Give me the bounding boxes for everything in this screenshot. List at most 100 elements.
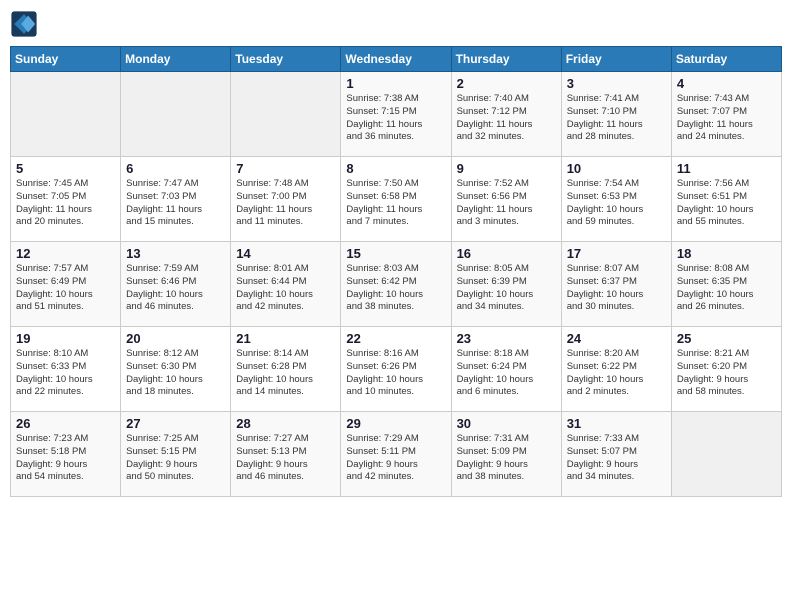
day-info: Sunrise: 7:38 AM Sunset: 7:15 PM Dayligh… xyxy=(346,93,445,144)
day-info: Sunrise: 7:41 AM Sunset: 7:10 PM Dayligh… xyxy=(567,93,666,144)
day-number: 17 xyxy=(567,246,666,261)
day-number: 7 xyxy=(236,161,335,176)
calendar-cell: 18 Sunrise: 8:08 AM Sunset: 6:35 PM Dayli… xyxy=(671,242,781,327)
day-info: Sunrise: 7:23 AM Sunset: 5:18 PM Dayligh… xyxy=(16,433,115,484)
logo-icon xyxy=(10,10,38,38)
day-info: Sunrise: 7:31 AM Sunset: 5:09 PM Dayligh… xyxy=(457,433,556,484)
calendar-cell: 17 Sunrise: 8:07 AM Sunset: 6:37 PM Dayli… xyxy=(561,242,671,327)
day-number: 10 xyxy=(567,161,666,176)
day-number: 22 xyxy=(346,331,445,346)
day-info: Sunrise: 7:40 AM Sunset: 7:12 PM Dayligh… xyxy=(457,93,556,144)
day-info: Sunrise: 7:59 AM Sunset: 6:46 PM Dayligh… xyxy=(126,263,225,314)
calendar-cell: 15 Sunrise: 8:03 AM Sunset: 6:42 PM Dayli… xyxy=(341,242,451,327)
calendar-cell: 20 Sunrise: 8:12 AM Sunset: 6:30 PM Dayli… xyxy=(121,327,231,412)
day-number: 3 xyxy=(567,76,666,91)
calendar-cell: 4 Sunrise: 7:43 AM Sunset: 7:07 PM Daylig… xyxy=(671,72,781,157)
day-number: 8 xyxy=(346,161,445,176)
day-info: Sunrise: 7:56 AM Sunset: 6:51 PM Dayligh… xyxy=(677,178,776,229)
day-number: 12 xyxy=(16,246,115,261)
calendar-cell: 13 Sunrise: 7:59 AM Sunset: 6:46 PM Dayli… xyxy=(121,242,231,327)
calendar-cell: 25 Sunrise: 8:21 AM Sunset: 6:20 PM Dayli… xyxy=(671,327,781,412)
calendar-week-3: 12 Sunrise: 7:57 AM Sunset: 6:49 PM Dayli… xyxy=(11,242,782,327)
calendar-cell: 21 Sunrise: 8:14 AM Sunset: 6:28 PM Dayli… xyxy=(231,327,341,412)
calendar-cell: 23Sunrise: 8:18 AM Sunset: 6:24 PM Dayli… xyxy=(451,327,561,412)
day-number: 2 xyxy=(457,76,556,91)
day-number: 25 xyxy=(677,331,776,346)
day-number: 26 xyxy=(16,416,115,431)
calendar-cell: 19 Sunrise: 8:10 AM Sunset: 6:33 PM Dayli… xyxy=(11,327,121,412)
day-number: 4 xyxy=(677,76,776,91)
day-info: Sunrise: 7:43 AM Sunset: 7:07 PM Dayligh… xyxy=(677,93,776,144)
day-info: Sunrise: 8:01 AM Sunset: 6:44 PM Dayligh… xyxy=(236,263,335,314)
calendar-cell: 31 Sunrise: 7:33 AM Sunset: 5:07 PM Dayli… xyxy=(561,412,671,497)
day-info: Sunrise: 8:10 AM Sunset: 6:33 PM Dayligh… xyxy=(16,348,115,399)
day-number: 6 xyxy=(126,161,225,176)
day-header-friday: Friday xyxy=(561,47,671,72)
day-info: Sunrise: 8:20 AM Sunset: 6:22 PM Dayligh… xyxy=(567,348,666,399)
day-info: Sunrise: 7:33 AM Sunset: 5:07 PM Dayligh… xyxy=(567,433,666,484)
day-info: Sunrise: 8:12 AM Sunset: 6:30 PM Dayligh… xyxy=(126,348,225,399)
calendar-cell: 3 Sunrise: 7:41 AM Sunset: 7:10 PM Daylig… xyxy=(561,72,671,157)
day-number: 14 xyxy=(236,246,335,261)
day-number: 19 xyxy=(16,331,115,346)
day-info: Sunrise: 7:50 AM Sunset: 6:58 PM Dayligh… xyxy=(346,178,445,229)
calendar-cell: 22 Sunrise: 8:16 AM Sunset: 6:26 PM Dayli… xyxy=(341,327,451,412)
calendar-table: SundayMondayTuesdayWednesdayThursdayFrid… xyxy=(10,46,782,497)
day-info: Sunrise: 8:07 AM Sunset: 6:37 PM Dayligh… xyxy=(567,263,666,314)
calendar-cell: 5Sunrise: 7:45 AM Sunset: 7:05 PM Daylig… xyxy=(11,157,121,242)
day-number: 15 xyxy=(346,246,445,261)
day-info: Sunrise: 8:16 AM Sunset: 6:26 PM Dayligh… xyxy=(346,348,445,399)
day-number: 28 xyxy=(236,416,335,431)
calendar-cell: 29 Sunrise: 7:29 AM Sunset: 5:11 PM Dayli… xyxy=(341,412,451,497)
calendar-cell xyxy=(11,72,121,157)
day-info: Sunrise: 7:47 AM Sunset: 7:03 PM Dayligh… xyxy=(126,178,225,229)
day-header-saturday: Saturday xyxy=(671,47,781,72)
day-info: Sunrise: 7:25 AM Sunset: 5:15 PM Dayligh… xyxy=(126,433,225,484)
day-info: Sunrise: 7:57 AM Sunset: 6:49 PM Dayligh… xyxy=(16,263,115,314)
day-info: Sunrise: 8:03 AM Sunset: 6:42 PM Dayligh… xyxy=(346,263,445,314)
page-header xyxy=(10,10,782,38)
day-number: 29 xyxy=(346,416,445,431)
day-number: 11 xyxy=(677,161,776,176)
calendar-cell xyxy=(231,72,341,157)
calendar-cell: 30Sunrise: 7:31 AM Sunset: 5:09 PM Dayli… xyxy=(451,412,561,497)
day-header-monday: Monday xyxy=(121,47,231,72)
calendar-cell: 1 Sunrise: 7:38 AM Sunset: 7:15 PM Daylig… xyxy=(341,72,451,157)
calendar-cell: 11 Sunrise: 7:56 AM Sunset: 6:51 PM Dayli… xyxy=(671,157,781,242)
calendar-cell: 6 Sunrise: 7:47 AM Sunset: 7:03 PM Daylig… xyxy=(121,157,231,242)
calendar-cell: 28 Sunrise: 7:27 AM Sunset: 5:13 PM Dayli… xyxy=(231,412,341,497)
day-info: Sunrise: 8:18 AM Sunset: 6:24 PM Dayligh… xyxy=(457,348,556,399)
day-info: Sunrise: 7:29 AM Sunset: 5:11 PM Dayligh… xyxy=(346,433,445,484)
day-number: 9 xyxy=(457,161,556,176)
calendar-cell: 10 Sunrise: 7:54 AM Sunset: 6:53 PM Dayli… xyxy=(561,157,671,242)
day-number: 24 xyxy=(567,331,666,346)
calendar-cell: 27 Sunrise: 7:25 AM Sunset: 5:15 PM Dayli… xyxy=(121,412,231,497)
calendar-cell xyxy=(121,72,231,157)
day-info: Sunrise: 8:08 AM Sunset: 6:35 PM Dayligh… xyxy=(677,263,776,314)
day-number: 18 xyxy=(677,246,776,261)
day-number: 16 xyxy=(457,246,556,261)
day-number: 20 xyxy=(126,331,225,346)
calendar-cell: 24 Sunrise: 8:20 AM Sunset: 6:22 PM Dayli… xyxy=(561,327,671,412)
day-number: 27 xyxy=(126,416,225,431)
calendar-cell: 14 Sunrise: 8:01 AM Sunset: 6:44 PM Dayli… xyxy=(231,242,341,327)
calendar-cell xyxy=(671,412,781,497)
logo xyxy=(10,10,42,38)
calendar-cell: 2 Sunrise: 7:40 AM Sunset: 7:12 PM Daylig… xyxy=(451,72,561,157)
day-number: 13 xyxy=(126,246,225,261)
day-number: 31 xyxy=(567,416,666,431)
day-number: 5 xyxy=(16,161,115,176)
day-info: Sunrise: 7:54 AM Sunset: 6:53 PM Dayligh… xyxy=(567,178,666,229)
day-info: Sunrise: 7:52 AM Sunset: 6:56 PM Dayligh… xyxy=(457,178,556,229)
day-info: Sunrise: 8:14 AM Sunset: 6:28 PM Dayligh… xyxy=(236,348,335,399)
calendar-week-4: 19 Sunrise: 8:10 AM Sunset: 6:33 PM Dayli… xyxy=(11,327,782,412)
day-header-wednesday: Wednesday xyxy=(341,47,451,72)
day-info: Sunrise: 7:27 AM Sunset: 5:13 PM Dayligh… xyxy=(236,433,335,484)
calendar-cell: 12 Sunrise: 7:57 AM Sunset: 6:49 PM Dayli… xyxy=(11,242,121,327)
day-header-tuesday: Tuesday xyxy=(231,47,341,72)
day-number: 1 xyxy=(346,76,445,91)
day-header-thursday: Thursday xyxy=(451,47,561,72)
day-info: Sunrise: 8:21 AM Sunset: 6:20 PM Dayligh… xyxy=(677,348,776,399)
calendar-cell: 16Sunrise: 8:05 AM Sunset: 6:39 PM Dayli… xyxy=(451,242,561,327)
day-number: 21 xyxy=(236,331,335,346)
